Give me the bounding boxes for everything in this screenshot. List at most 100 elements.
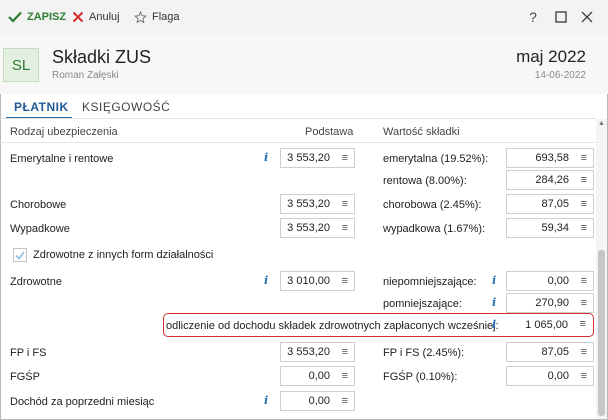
value-field-fgsp[interactable]: 0,00 ≡ bbox=[506, 366, 594, 386]
value-label-emerytalna: emerytalna (19.52%): bbox=[383, 153, 489, 165]
info-icon[interactable]: i bbox=[492, 318, 496, 331]
flag-button[interactable]: Flaga bbox=[134, 9, 180, 25]
scrollbar-thumb[interactable] bbox=[598, 250, 605, 416]
base-value-dochod: 0,00 bbox=[308, 395, 330, 407]
tab-ksiegowosc[interactable]: KSIĘGOWOŚĆ bbox=[82, 100, 170, 114]
calculator-icon[interactable]: ≡ bbox=[342, 222, 348, 234]
close-icon bbox=[72, 11, 84, 23]
maximize-icon bbox=[555, 11, 567, 23]
base-value-wypadkowe: 3 553,20 bbox=[287, 222, 330, 234]
save-button[interactable]: ZAPISZ bbox=[8, 9, 66, 25]
calculator-icon[interactable]: ≡ bbox=[581, 370, 587, 382]
value-field-niepomniejszajace[interactable]: 0,00 ≡ bbox=[506, 271, 594, 291]
value-pomniejszajace: 270,90 bbox=[535, 297, 569, 309]
close-icon bbox=[581, 11, 593, 23]
value-label-odliczenie: odliczenie od dochodu składek zdrowotnyc… bbox=[166, 320, 499, 332]
value-niepomniejszajace: 0,00 bbox=[547, 275, 569, 287]
checkmark-icon bbox=[8, 11, 22, 23]
base-field-emerytalne[interactable]: 3 553,20 ≡ bbox=[280, 148, 355, 168]
base-value-emerytalne: 3 553,20 bbox=[287, 152, 330, 164]
value-rentowa: 284,26 bbox=[535, 174, 569, 186]
star-icon bbox=[134, 10, 147, 23]
base-field-fp[interactable]: 3 553,20 ≡ bbox=[280, 342, 355, 362]
value-fp: 87,05 bbox=[541, 346, 569, 358]
row-label-wypadkowe: Wypadkowe bbox=[10, 223, 70, 235]
info-icon[interactable]: i bbox=[264, 151, 268, 164]
calculator-icon[interactable]: ≡ bbox=[581, 222, 587, 234]
calculator-icon[interactable]: ≡ bbox=[581, 275, 587, 287]
value-label-fgsp: FGŚP (0.10%): bbox=[383, 371, 458, 383]
row-label-fp: FP i FS bbox=[10, 347, 47, 359]
cancel-button-label: Anuluj bbox=[89, 11, 120, 23]
cancel-button[interactable]: Anuluj bbox=[72, 9, 120, 25]
base-field-dochod[interactable]: 0,00 ≡ bbox=[280, 391, 355, 411]
value-field-emerytalna[interactable]: 693,58 ≡ bbox=[506, 148, 594, 168]
document-date: 14-06-2022 bbox=[534, 70, 586, 81]
calculator-icon[interactable]: ≡ bbox=[581, 152, 587, 164]
close-window-button[interactable] bbox=[577, 7, 597, 27]
column-header-type: Rodzaj ubezpieczenia bbox=[10, 126, 118, 138]
base-value-fp: 3 553,20 bbox=[287, 346, 330, 358]
page-title: Składki ZUS bbox=[52, 47, 152, 67]
base-value-chorobowe: 3 553,20 bbox=[287, 198, 330, 210]
row-label-zdrowotne: Zdrowotne bbox=[10, 276, 62, 288]
value-label-pomniejszajace: pomniejszające: bbox=[383, 298, 462, 310]
info-icon[interactable]: i bbox=[492, 296, 496, 309]
column-header-value: Wartość składki bbox=[383, 126, 460, 138]
help-icon: ? bbox=[529, 9, 537, 25]
help-button[interactable]: ? bbox=[523, 7, 543, 27]
info-icon[interactable]: i bbox=[492, 274, 496, 287]
value-field-odliczenie[interactable]: 1 065,00 ≡ bbox=[506, 315, 592, 335]
save-button-label: ZAPISZ bbox=[27, 11, 67, 23]
base-field-wypadkowe[interactable]: 3 553,20 ≡ bbox=[280, 218, 355, 238]
maximize-button[interactable] bbox=[551, 7, 571, 27]
header-divider bbox=[0, 142, 596, 143]
calculator-icon[interactable]: ≡ bbox=[342, 198, 348, 210]
row-label-chorobowe: Chorobowe bbox=[10, 199, 67, 211]
value-field-fp[interactable]: 87,05 ≡ bbox=[506, 342, 594, 362]
calculator-icon[interactable]: ≡ bbox=[342, 346, 348, 358]
value-field-wypadkowa[interactable]: 59,34 ≡ bbox=[506, 218, 594, 238]
value-odliczenie: 1 065,00 bbox=[525, 319, 568, 331]
info-icon[interactable]: i bbox=[264, 274, 268, 287]
avatar: SL bbox=[3, 48, 39, 82]
checkmark-icon bbox=[15, 251, 25, 260]
zdrowotne-inne-label: Zdrowotne z innych form działalności bbox=[33, 249, 214, 261]
calculator-icon[interactable]: ≡ bbox=[342, 395, 348, 407]
calculator-icon[interactable]: ≡ bbox=[581, 346, 587, 358]
base-field-chorobowe[interactable]: 3 553,20 ≡ bbox=[280, 194, 355, 214]
base-value-fgsp: 0,00 bbox=[308, 370, 330, 382]
period-label: maj 2022 bbox=[516, 47, 586, 66]
calculator-icon[interactable]: ≡ bbox=[342, 370, 348, 382]
value-chorobowa: 87,05 bbox=[541, 198, 569, 210]
value-label-niepomniejszajace: niepomniejszające: bbox=[383, 276, 477, 288]
page-subtitle: Roman Załęski bbox=[52, 70, 119, 81]
value-label-chorobowa: chorobowa (2.45%): bbox=[383, 199, 482, 211]
calculator-icon[interactable]: ≡ bbox=[581, 198, 587, 210]
value-field-rentowa[interactable]: 284,26 ≡ bbox=[506, 170, 594, 190]
value-field-pomniejszajace[interactable]: 270,90 ≡ bbox=[506, 293, 594, 313]
value-field-chorobowa[interactable]: 87,05 ≡ bbox=[506, 194, 594, 214]
column-header-base: Podstawa bbox=[305, 126, 354, 138]
flag-button-label: Flaga bbox=[152, 11, 180, 23]
base-field-fgsp[interactable]: 0,00 ≡ bbox=[280, 366, 355, 386]
value-wypadkowa: 59,34 bbox=[541, 222, 569, 234]
row-label-fgsp: FGŚP bbox=[10, 371, 40, 383]
calculator-icon[interactable]: ≡ bbox=[342, 152, 348, 164]
tab-platnik[interactable]: PŁATNIK bbox=[14, 100, 69, 114]
base-value-zdrowotne: 3 010,00 bbox=[287, 275, 330, 287]
calculator-icon[interactable]: ≡ bbox=[581, 174, 587, 186]
calculator-icon[interactable]: ≡ bbox=[581, 297, 587, 309]
calculator-icon[interactable]: ≡ bbox=[342, 275, 348, 287]
toolbar: ZAPISZ Anuluj Flaga ? bbox=[0, 0, 608, 34]
zdrowotne-inne-checkbox[interactable] bbox=[13, 248, 27, 262]
tabs-divider bbox=[0, 118, 596, 119]
calculator-icon[interactable]: ≡ bbox=[580, 318, 586, 330]
value-emerytalna: 693,58 bbox=[535, 152, 569, 164]
value-label-rentowa: rentowa (8.00%): bbox=[383, 175, 467, 187]
scroll-up-icon[interactable]: ▲ bbox=[597, 120, 606, 129]
base-field-zdrowotne[interactable]: 3 010,00 ≡ bbox=[280, 271, 355, 291]
info-icon[interactable]: i bbox=[264, 394, 268, 407]
row-label-emerytalne: Emerytalne i rentowe bbox=[10, 153, 114, 165]
row-label-dochod: Dochód za poprzedni miesiąc bbox=[10, 396, 155, 408]
